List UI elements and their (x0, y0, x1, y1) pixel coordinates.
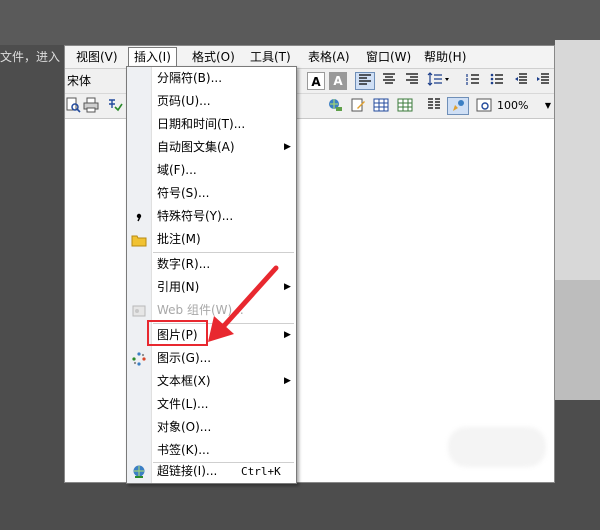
background-panel-right (555, 40, 600, 280)
zoom-dropdown-icon[interactable]: ▼ (543, 97, 553, 115)
drawing-web-icon[interactable] (325, 97, 345, 115)
menu-item-bookmark[interactable]: 书签(K)... (127, 439, 296, 462)
web-component-icon (131, 303, 147, 319)
diagram-icon (131, 351, 147, 367)
menu-item-break[interactable]: 分隔符(B)... (127, 67, 296, 90)
menu-item-field[interactable]: 域(F)... (127, 159, 296, 182)
menu-item-symbol[interactable]: 符号(S)... (127, 182, 296, 205)
comment-folder-icon (131, 232, 147, 248)
menu-item-file[interactable]: 文件(L)... (127, 393, 296, 416)
columns-icon[interactable] (425, 97, 443, 115)
spelling-icon[interactable] (105, 97, 125, 115)
menu-item-autotext[interactable]: 自动图文集(A) ▶ (127, 136, 296, 159)
bullets-icon[interactable] (487, 72, 507, 90)
submenu-arrow-icon: ▶ (284, 376, 291, 386)
red-arrow-annotation (208, 265, 279, 342)
background-top (0, 0, 600, 45)
picture-highlight-box (147, 320, 208, 346)
blurred-watermark (448, 427, 546, 467)
numbering-icon[interactable] (463, 72, 483, 90)
align-left-icon[interactable] (355, 72, 375, 90)
special-symbol-icon (131, 209, 147, 225)
menu-item-date-time[interactable]: 日期和时间(T)... (127, 113, 296, 136)
menu-item-hyperlink[interactable]: 超链接(I)... Ctrl+K (127, 460, 296, 483)
background-panel-right-lower (555, 280, 600, 400)
char-border-button[interactable]: A (307, 72, 325, 90)
menu-tools[interactable]: 工具(T) (245, 48, 296, 66)
menu-item-page-number[interactable]: 页码(U)... (127, 90, 296, 113)
menu-insert[interactable]: 插入(I) (128, 47, 177, 68)
print-preview-icon[interactable] (63, 97, 83, 115)
menu-item-diagram[interactable]: 图示(G)... (127, 347, 296, 370)
zoom-field[interactable]: 100% (497, 97, 541, 115)
menu-item-text-box[interactable]: 文本框(X) ▶ (127, 370, 296, 393)
align-center-icon[interactable] (379, 72, 399, 90)
insert-table-icon[interactable] (371, 97, 391, 115)
print-icon[interactable] (81, 97, 101, 115)
font-name-field[interactable]: 宋体 (65, 72, 117, 90)
menu-format[interactable]: 格式(O) (187, 48, 240, 66)
char-shading-button[interactable]: A (329, 72, 347, 90)
menu-window[interactable]: 窗口(W) (361, 48, 416, 66)
document-edit-icon[interactable] (348, 97, 368, 115)
insert-excel-icon[interactable] (395, 97, 415, 115)
drawing-icon[interactable] (447, 97, 469, 115)
menu-view[interactable]: 视图(V) (71, 48, 123, 66)
decrease-indent-icon[interactable] (511, 72, 531, 90)
increase-indent-icon[interactable] (533, 72, 553, 90)
menu-item-object[interactable]: 对象(O)... (127, 416, 296, 439)
hyperlink-icon (131, 464, 147, 480)
menu-help[interactable]: 帮助(H) (419, 48, 471, 66)
submenu-arrow-icon: ▶ (284, 142, 291, 152)
menu-item-comment[interactable]: 批注(M) (127, 228, 296, 251)
menu-table[interactable]: 表格(A) (303, 48, 355, 66)
align-right-icon[interactable] (402, 72, 422, 90)
line-spacing-icon[interactable] (425, 72, 451, 90)
background-text: 文件，进入 (0, 50, 61, 64)
menu-item-special-symbol[interactable]: 特殊符号(Y)... (127, 205, 296, 228)
doc-map-icon[interactable] (473, 97, 495, 115)
